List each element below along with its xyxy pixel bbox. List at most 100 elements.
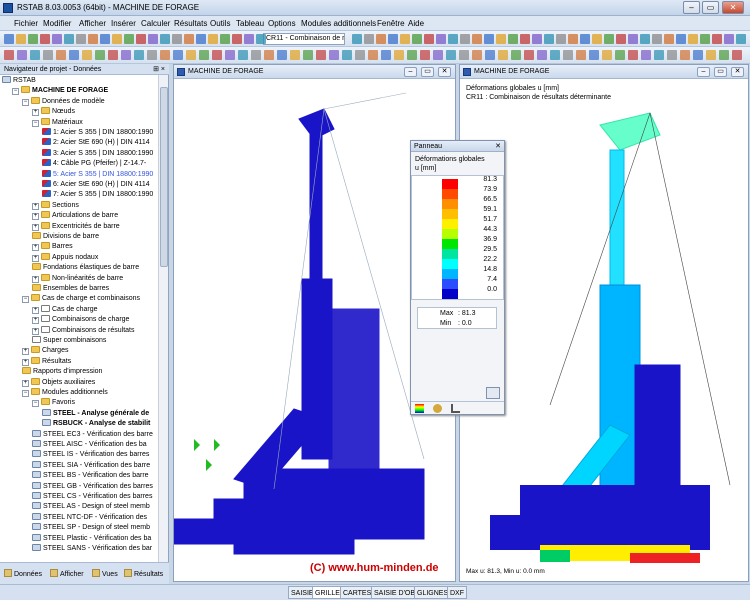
toolbar-button-icon[interactable]: [576, 50, 586, 60]
toolbar-button-icon[interactable]: [244, 34, 254, 44]
view-minimize-button[interactable]: –: [404, 67, 417, 77]
toolbar-button-icon[interactable]: [17, 50, 27, 60]
menu-2[interactable]: Afficher: [79, 19, 106, 28]
menu-9[interactable]: Modules additionnels: [301, 19, 376, 28]
toolbar-button-icon[interactable]: [381, 50, 391, 60]
tree-item[interactable]: STEEL - Analyse générale de: [42, 408, 149, 419]
tree-item[interactable]: STEEL GB - Vérification des barres: [32, 481, 153, 492]
panel-close-icon[interactable]: ✕: [495, 141, 501, 152]
toolbar-button-icon[interactable]: [303, 50, 313, 60]
expand-toggle-icon[interactable]: +: [22, 348, 29, 356]
toolbar-button-icon[interactable]: [484, 34, 494, 44]
toolbar-button-icon[interactable]: [524, 50, 534, 60]
menu-10[interactable]: Fenêtre: [377, 19, 405, 28]
tree-item[interactable]: Ensembles de barres: [32, 284, 109, 294]
toolbar-button-icon[interactable]: [532, 34, 542, 44]
load-combo-select[interactable]: CR11 - Combinaison de ré: [263, 33, 345, 45]
status-toggle-3[interactable]: SAISIE D'OB: [371, 586, 419, 599]
toolbar-button-icon[interactable]: [232, 34, 242, 44]
view-restore-button[interactable]: ▭: [421, 67, 434, 77]
toolbar-button-icon[interactable]: [400, 34, 410, 44]
toolbar-button-icon[interactable]: [121, 50, 131, 60]
toolbar-button-icon[interactable]: [208, 34, 218, 44]
toolbar-button-icon[interactable]: [4, 34, 14, 44]
toolbar-button-icon[interactable]: [148, 34, 158, 44]
filter-icon[interactable]: [451, 404, 460, 413]
toolbar-button-icon[interactable]: [76, 34, 86, 44]
toolbar-button-icon[interactable]: [147, 50, 157, 60]
tree-item[interactable]: Divisions de barre: [32, 232, 99, 242]
tree-item[interactable]: + Résultats: [22, 356, 71, 367]
toolbar-button-icon[interactable]: [277, 50, 287, 60]
tree-item[interactable]: − Matériaux: [32, 117, 83, 128]
toolbar-button-icon[interactable]: [256, 34, 266, 44]
toolbar-button-icon[interactable]: [568, 34, 578, 44]
toolbar-button-icon[interactable]: [52, 34, 62, 44]
tree-item[interactable]: Super combinaisons: [32, 336, 106, 346]
tree-item[interactable]: STEEL AS - Design of steel memb: [32, 502, 150, 512]
status-toggle-4[interactable]: GLIGNES: [414, 586, 452, 599]
status-toggle-2[interactable]: CARTES: [340, 586, 375, 599]
menu-0[interactable]: Fichier: [14, 19, 38, 28]
toolbar-button-icon[interactable]: [4, 50, 14, 60]
toolbar-button-icon[interactable]: [82, 50, 92, 60]
expand-toggle-icon[interactable]: −: [12, 88, 19, 96]
toolbar-button-icon[interactable]: [28, 34, 38, 44]
expand-toggle-icon[interactable]: +: [32, 327, 39, 335]
tree-item[interactable]: + Objets auxiliaires: [22, 377, 95, 388]
menu-5[interactable]: Résultats: [174, 19, 207, 28]
tree-item[interactable]: + Combinaisons de charge: [32, 315, 129, 325]
tree-item[interactable]: STEEL SIA - Vérification des barre: [32, 460, 150, 471]
tree-item[interactable]: − Modules additionnels: [22, 388, 108, 398]
toolbar-button-icon[interactable]: [724, 34, 734, 44]
tree-item[interactable]: STEEL EC3 - Vérification des barre: [32, 429, 153, 440]
tree-item[interactable]: − Données de modèle: [22, 96, 105, 107]
toolbar-button-icon[interactable]: [706, 50, 716, 60]
toolbar-button-icon[interactable]: [640, 34, 650, 44]
toolbar-button-icon[interactable]: [43, 50, 53, 60]
close-button[interactable]: ✕: [722, 1, 744, 14]
toolbar-button-icon[interactable]: [225, 50, 235, 60]
tree-item[interactable]: − MACHINE DE FORAGE: [12, 86, 108, 96]
expand-toggle-icon[interactable]: +: [22, 379, 29, 387]
toolbar-button-icon[interactable]: [186, 50, 196, 60]
toolbar-button-icon[interactable]: [700, 34, 710, 44]
view-close-button[interactable]: ✕: [438, 67, 451, 77]
toolbar-button-icon[interactable]: [368, 50, 378, 60]
minimize-button[interactable]: –: [683, 1, 700, 14]
menu-11[interactable]: Aide: [408, 19, 424, 28]
toolbar-button-icon[interactable]: [508, 34, 518, 44]
tab-resultats[interactable]: Résultats: [124, 569, 163, 578]
menu-4[interactable]: Calculer: [141, 19, 170, 28]
expand-toggle-icon[interactable]: +: [32, 213, 39, 221]
status-toggle-5[interactable]: DXF: [447, 586, 467, 599]
toolbar-button-icon[interactable]: [64, 34, 74, 44]
toolbar-button-icon[interactable]: [641, 50, 651, 60]
tab-donnees[interactable]: Données: [4, 569, 42, 578]
toolbar-button-icon[interactable]: [329, 50, 339, 60]
toolbar-button-icon[interactable]: [537, 50, 547, 60]
tree-item[interactable]: STEEL AISC - Vérification des ba: [32, 440, 147, 450]
toolbar-button-icon[interactable]: [238, 50, 248, 60]
tree-item[interactable]: + Non-linéarités de barre: [32, 273, 123, 284]
menu-8[interactable]: Options: [268, 19, 296, 28]
tree-item[interactable]: STEEL SANS - Vérification des bar: [32, 544, 152, 554]
expand-toggle-icon[interactable]: +: [32, 202, 39, 210]
tree-item[interactable]: + Appuis nodaux: [32, 252, 98, 263]
toolbar-button-icon[interactable]: [604, 34, 614, 44]
expand-toggle-icon[interactable]: +: [32, 275, 39, 283]
navigator-pin-close[interactable]: ⊞ ×: [153, 64, 165, 75]
toolbar-button-icon[interactable]: [592, 34, 602, 44]
tree-item[interactable]: 6: Acier StE 690 (H) | DIN 4114: [42, 180, 150, 190]
toolbar-button-icon[interactable]: [112, 34, 122, 44]
toolbar-button-icon[interactable]: [628, 34, 638, 44]
tree-item[interactable]: Fondations élastiques de barre: [32, 263, 139, 273]
color-scale-icon[interactable]: [415, 404, 424, 413]
toolbar-button-icon[interactable]: [680, 50, 690, 60]
expand-toggle-icon[interactable]: −: [22, 296, 29, 304]
toolbar-button-icon[interactable]: [355, 50, 365, 60]
tree-item[interactable]: + Excentricités de barre: [32, 221, 120, 232]
expand-toggle-icon[interactable]: +: [32, 244, 39, 252]
expand-toggle-icon[interactable]: +: [22, 358, 29, 366]
toolbar-button-icon[interactable]: [407, 50, 417, 60]
